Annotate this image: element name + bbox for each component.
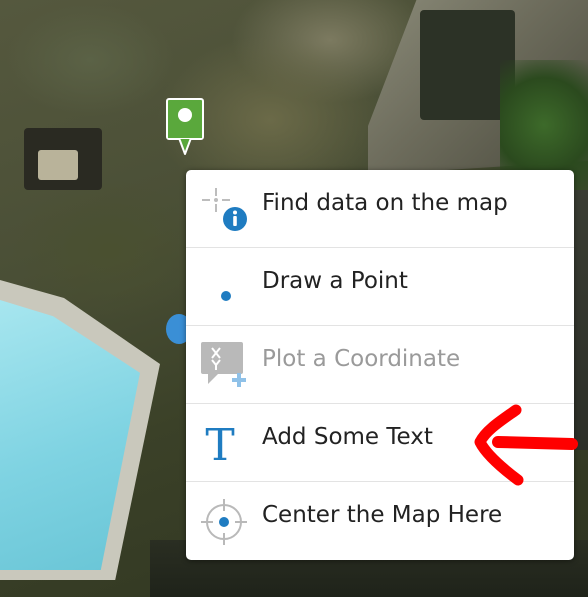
coordinate-icon bbox=[201, 342, 246, 387]
menu-item-find-data[interactable]: Find data on the map bbox=[186, 170, 574, 248]
find-data-icon bbox=[202, 188, 247, 231]
menu-item-label: Find data on the map bbox=[262, 190, 508, 216]
text-icon-glyph: T bbox=[205, 420, 234, 470]
menu-item-center-map[interactable]: Center the Map Here bbox=[186, 482, 574, 560]
map-context-menu: Find data on the map Draw a Point Plot a… bbox=[186, 170, 574, 560]
menu-item-draw-point[interactable]: Draw a Point bbox=[186, 248, 574, 326]
map-shed-roof bbox=[38, 150, 78, 180]
annotation-arrow-icon bbox=[474, 404, 578, 486]
menu-item-label: Plot a Coordinate bbox=[262, 346, 461, 372]
menu-item-label: Add Some Text bbox=[262, 424, 433, 450]
point-icon bbox=[221, 291, 231, 301]
crosshair-icon bbox=[201, 499, 247, 545]
text-icon: T bbox=[205, 420, 234, 470]
menu-item-label: Draw a Point bbox=[262, 268, 408, 294]
menu-item-plot-coordinate[interactable]: Plot a Coordinate bbox=[186, 326, 574, 404]
menu-item-label: Center the Map Here bbox=[262, 502, 503, 528]
location-pin-icon[interactable] bbox=[166, 98, 204, 158]
